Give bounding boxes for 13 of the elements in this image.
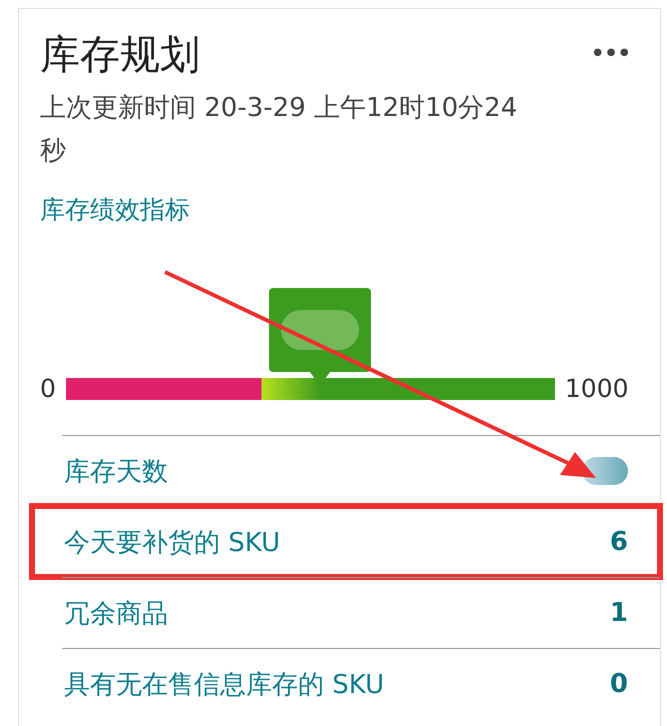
metric-link[interactable]: 冗余商品 <box>64 596 168 630</box>
metric-link[interactable]: 库存天数 <box>64 454 168 488</box>
card-title: 库存规划 <box>40 31 200 80</box>
metric-value: 0 <box>610 669 628 699</box>
more-menu-button[interactable]: ••• <box>590 39 630 69</box>
metric-link[interactable]: 具有无在售信息库存的 SKU <box>64 666 384 702</box>
performance-link[interactable]: 库存绩效指标 <box>40 193 190 226</box>
last-updated-text: 上次更新时间 20-3-29 上午12时10分24秒 <box>40 92 518 168</box>
gauge-max-label: 1000 <box>564 375 629 403</box>
gauge-min-label: 0 <box>40 375 56 403</box>
metric-link[interactable]: 今天要补货的 SKU <box>64 524 280 560</box>
metric-value: 6 <box>610 527 628 557</box>
metric-value: 1 <box>610 598 628 628</box>
